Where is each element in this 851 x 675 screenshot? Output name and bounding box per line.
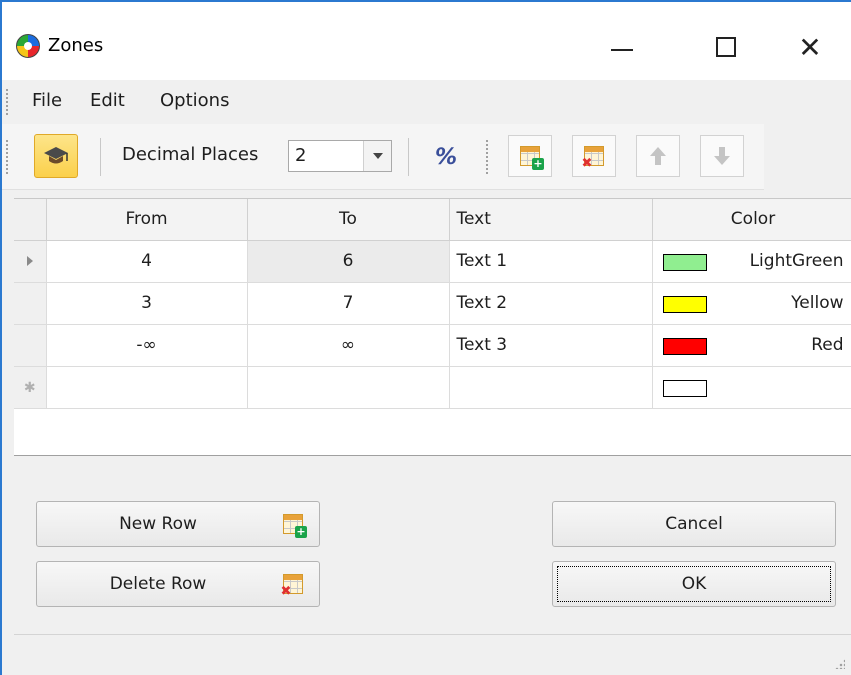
cell-to[interactable]: 6 [247,240,450,283]
add-row-toolbar-button[interactable]: + [508,135,552,177]
color-swatch [662,337,707,355]
row-indicator[interactable] [14,324,47,367]
header-row: From To Text Color [14,199,851,241]
dropdown-button[interactable] [363,141,391,171]
arrow-up-icon [650,147,666,165]
color-name: Red [811,334,844,355]
toolbar-separator [100,138,101,176]
zones-app-icon [16,34,40,58]
close-button[interactable]: ✕ [778,24,842,70]
column-header-color[interactable]: Color [652,199,851,241]
cell-text[interactable] [449,366,653,409]
toolbar-grip-icon[interactable] [6,140,10,174]
zones-window: Zones ✕ File Edit Options Decimal Places… [0,0,851,675]
cancel-button[interactable]: Cancel [552,501,836,547]
cell-to[interactable]: 7 [247,282,450,325]
help-button[interactable] [34,134,78,178]
column-header-text[interactable]: Text [449,199,653,241]
move-up-button[interactable] [636,135,680,177]
zones-grid[interactable]: From To Text Color 4 6 Text 1 LightGreen [14,198,851,456]
toolbar-grip-icon [486,140,490,174]
percent-icon: % [434,144,458,170]
delete-row-button-label: Delete Row [109,574,207,594]
new-row-button[interactable]: New Row + [36,501,320,547]
decimal-places-combobox[interactable]: 2 [288,140,392,172]
cell-to[interactable] [247,366,450,409]
close-icon: ✕ [798,30,822,64]
delete-row-icon: ✖ [582,146,604,170]
cell-from[interactable]: 4 [46,240,248,283]
row-header-corner [14,199,47,241]
cell-from[interactable]: 3 [46,282,248,325]
percent-button[interactable]: % [426,140,466,174]
maximize-button[interactable] [694,24,758,70]
cancel-button-label: Cancel [665,514,723,534]
cell-to[interactable]: ∞ [247,324,450,367]
add-row-icon: + [520,146,544,170]
new-row-button-label: New Row [119,514,197,534]
column-header-from[interactable]: From [46,199,248,241]
resize-grip-icon[interactable] [835,659,845,669]
menu-grip-icon[interactable] [6,89,10,115]
move-down-button[interactable] [700,135,744,177]
row-indicator[interactable] [14,240,47,283]
arrow-down-icon [714,147,730,165]
delete-row-icon: ✖ [281,574,303,598]
cell-color[interactable]: Red [652,324,851,367]
cell-text[interactable]: Text 3 [449,324,653,367]
decimal-places-value[interactable]: 2 [295,145,306,166]
color-swatch [662,253,707,271]
delete-row-button[interactable]: Delete Row ✖ [36,561,320,607]
color-swatch [662,379,707,397]
color-name: Yellow [791,292,844,313]
new-row[interactable]: ✱ [14,366,851,409]
cell-color[interactable]: Yellow [652,282,851,325]
cell-text[interactable]: Text 1 [449,240,653,283]
cell-color[interactable]: LightGreen [652,240,851,283]
cell-from[interactable] [46,366,248,409]
status-divider [14,634,851,635]
table-row[interactable]: 4 6 Text 1 LightGreen [14,240,851,283]
column-header-to[interactable]: To [247,199,450,241]
title-bar[interactable]: Zones ✕ [2,2,851,80]
menu-options[interactable]: Options [160,90,229,111]
row-indicator[interactable] [14,282,47,325]
minimize-icon [611,49,633,51]
new-row-indicator[interactable]: ✱ [14,366,47,409]
color-name: LightGreen [749,250,844,271]
table-row[interactable]: 3 7 Text 2 Yellow [14,282,851,325]
cell-color[interactable] [652,366,851,409]
cell-from[interactable]: -∞ [46,324,248,367]
minimize-button[interactable] [590,24,654,70]
decimal-places-label: Decimal Places [122,144,259,165]
menu-bar: File Edit Options [2,80,851,124]
current-row-arrow-icon [26,256,33,266]
color-swatch [662,295,707,313]
menu-edit[interactable]: Edit [90,90,125,111]
toolbar: Decimal Places 2 % + ✖ [2,124,764,190]
delete-row-toolbar-button[interactable]: ✖ [572,135,616,177]
ok-button[interactable]: OK [552,561,836,607]
maximize-icon [716,37,736,57]
cell-text[interactable]: Text 2 [449,282,653,325]
graduation-cap-icon [44,147,68,164]
table-row[interactable]: -∞ ∞ Text 3 Red [14,324,851,367]
menu-file[interactable]: File [32,90,62,111]
add-row-icon: + [283,514,307,538]
window-title: Zones [48,35,104,56]
zones-table: From To Text Color 4 6 Text 1 LightGreen [14,199,851,409]
ok-button-label: OK [681,574,707,594]
chevron-down-icon [372,153,383,159]
toolbar-separator [408,138,409,176]
new-row-asterisk-icon: ✱ [23,380,36,396]
